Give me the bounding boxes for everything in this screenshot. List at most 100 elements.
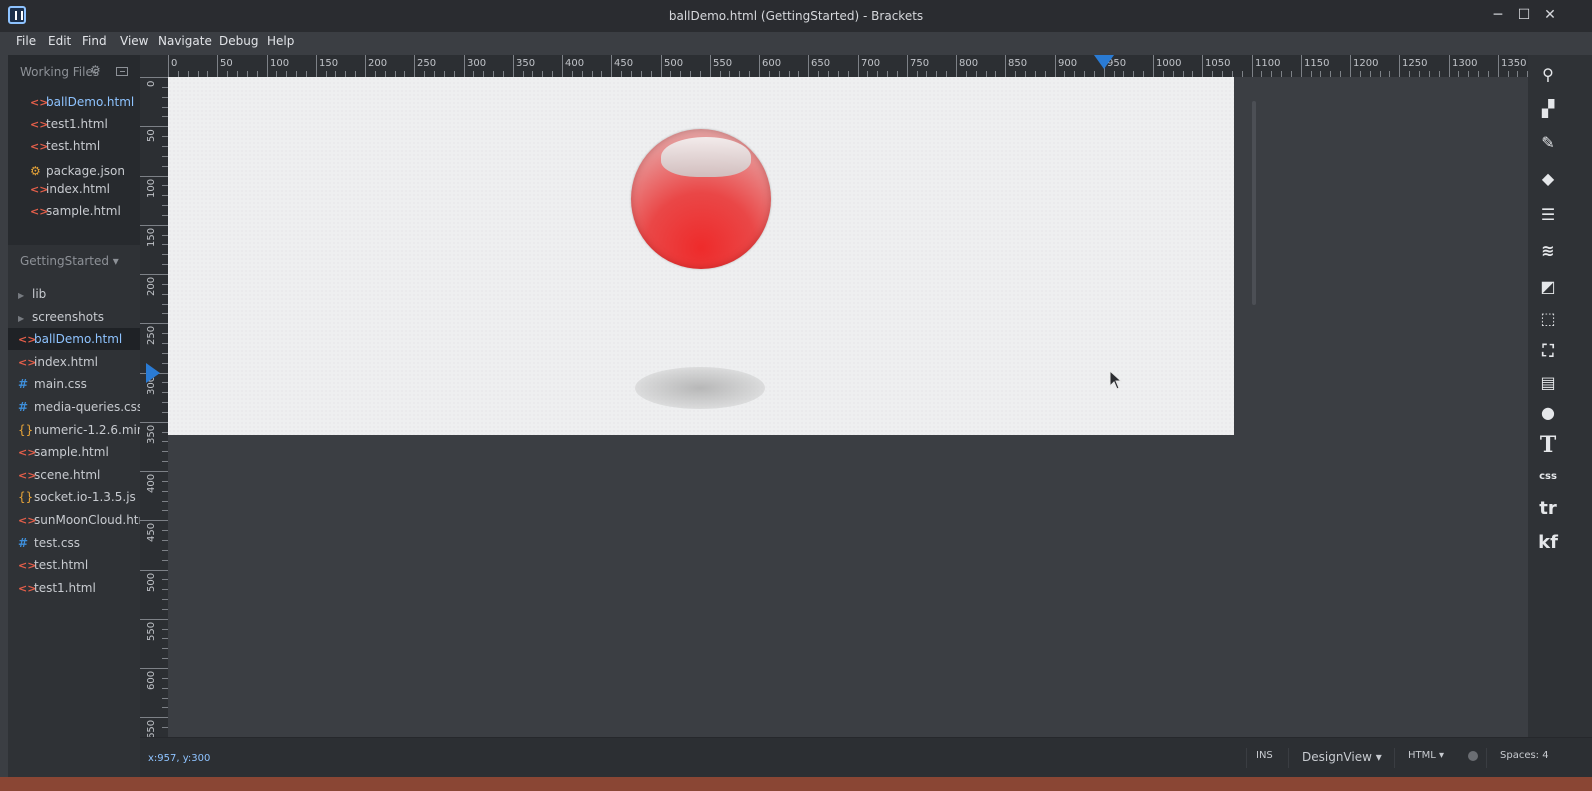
- minimize-button[interactable]: ─: [1488, 6, 1508, 24]
- menu-find[interactable]: Find: [82, 34, 107, 48]
- right-toolbar: ⚲ ▞ ✎ ◆ ☰ ≋ ◩ ⬚ ⛶ ▤ ● Tcss tr kf: [1528, 55, 1592, 737]
- stack-icon[interactable]: ≋: [1534, 237, 1562, 265]
- status-divider: [1394, 748, 1395, 768]
- ruler-label: 150: [319, 58, 339, 69]
- tree-file-item[interactable]: <>scene.html: [8, 464, 140, 486]
- layers-panel-icon[interactable]: ▞: [1534, 95, 1562, 123]
- tree-file-item[interactable]: {}numeric-1.2.6.min.: [8, 419, 140, 441]
- split-view-icon[interactable]: [116, 67, 128, 76]
- tree-folder-item[interactable]: ▶ lib: [8, 283, 140, 305]
- canvas-scrollbar[interactable]: [1252, 101, 1256, 305]
- ruler-label: 300: [467, 58, 487, 69]
- ruler-label: 100: [146, 178, 157, 198]
- ruler-label: 400: [565, 58, 585, 69]
- working-files-title: Working Files: [20, 65, 100, 79]
- ruler-label: 1300: [1452, 58, 1478, 69]
- brush-icon[interactable]: ✎: [1534, 129, 1562, 157]
- design-canvas[interactable]: [168, 77, 1256, 435]
- lint-status-icon[interactable]: [1468, 751, 1478, 761]
- ruler-label: 0: [146, 80, 157, 87]
- working-file-item[interactable]: ⚙ package.json: [30, 164, 125, 182]
- ruler-label: 1100: [1255, 58, 1281, 69]
- menu-view[interactable]: View: [120, 34, 148, 48]
- status-divider: [1288, 748, 1289, 768]
- tree-file-item[interactable]: <>sunMoonCloud.htm: [8, 509, 140, 531]
- working-files-gear-icon[interactable]: ⚙: [90, 63, 101, 77]
- working-file-item[interactable]: <>test.html: [30, 139, 100, 157]
- tree-file-item[interactable]: <>index.html: [8, 351, 140, 373]
- ruler-x-marker[interactable]: [1094, 55, 1114, 69]
- vertical-ruler[interactable]: 0 50 100 150 200 250 300 350 400 450 500 550 600 650: [140, 77, 168, 739]
- desktop-background-strip: [0, 777, 1592, 791]
- sidebar: Working Files ⚙ <>ballDemo.html <>test1.…: [8, 55, 140, 791]
- project-dropdown[interactable]: GettingStarted ▾: [20, 254, 119, 268]
- tree-file-item[interactable]: # test.css: [8, 532, 140, 554]
- html-tag-icon: <>: [30, 183, 49, 196]
- ball-highlight: [661, 137, 751, 177]
- tree-file-item[interactable]: <>sample.html: [8, 441, 140, 463]
- tree-file-item[interactable]: # media-queries.css: [8, 396, 140, 418]
- menu-help[interactable]: Help: [267, 34, 294, 48]
- menu-debug[interactable]: Debug: [219, 34, 258, 48]
- working-file-item[interactable]: <>index.html: [30, 182, 110, 200]
- close-button[interactable]: ✕: [1540, 6, 1560, 24]
- ruler-label: 800: [959, 58, 979, 69]
- js-brace-icon: {}: [18, 490, 34, 504]
- working-files-panel: Working Files ⚙ <>ballDemo.html <>test1.…: [8, 55, 140, 245]
- menu-bar: File Edit Find View Navigate Debug Help: [0, 26, 1592, 52]
- text-icon[interactable]: T: [1534, 431, 1562, 459]
- working-file-item[interactable]: <>test1.html: [30, 117, 108, 135]
- js-brace-icon: {}: [18, 423, 34, 437]
- ruler-label: 450: [146, 522, 157, 542]
- ruler-label: 550: [146, 621, 157, 641]
- shapes-icon[interactable]: ◆: [1534, 165, 1562, 193]
- ruler-label: 50: [220, 58, 233, 69]
- tree-file-item[interactable]: {}socket.io-1.3.5.js: [8, 486, 140, 508]
- transition-icon[interactable]: tr: [1534, 495, 1562, 523]
- mouse-cursor-icon: [1109, 370, 1123, 390]
- maximize-button[interactable]: ☐: [1514, 6, 1534, 24]
- ruler-label: 1350: [1501, 58, 1527, 69]
- working-file-item[interactable]: <>sample.html: [30, 204, 121, 222]
- select-rect-icon[interactable]: ⬚: [1534, 305, 1562, 333]
- horizontal-ruler[interactable]: 0 50 100 150 200 250 300 350 400 450 500 550 600 650 7…: [168, 55, 1528, 77]
- ruler-label: 500: [146, 572, 157, 592]
- transform-icon[interactable]: ⛶: [1534, 337, 1562, 365]
- html-tag-icon: <>: [18, 582, 37, 595]
- view-mode-dropdown[interactable]: DesignView ▾: [1302, 750, 1382, 764]
- html-tag-icon: <>: [18, 356, 37, 369]
- ruler-y-marker[interactable]: [146, 363, 160, 383]
- tree-folder-item[interactable]: ▶ screenshots: [8, 306, 140, 328]
- ruler-label: 600: [146, 670, 157, 690]
- ruler-label: 1250: [1402, 58, 1428, 69]
- keyframe-icon[interactable]: kf: [1534, 529, 1562, 557]
- menu-file[interactable]: File: [16, 34, 36, 48]
- window-title: ballDemo.html (GettingStarted) - Bracket…: [668, 9, 924, 23]
- ball-shadow[interactable]: [635, 367, 765, 409]
- ruler-label: 250: [146, 325, 157, 345]
- ruler-label: 200: [146, 276, 157, 296]
- insert-mode-toggle[interactable]: INS: [1256, 750, 1273, 761]
- tree-file-item[interactable]: <>test.html: [8, 554, 140, 576]
- gradient-icon[interactable]: ◩: [1534, 273, 1562, 301]
- layout-icon[interactable]: ▤: [1534, 369, 1562, 397]
- tree-file-item[interactable]: <>ballDemo.html: [8, 328, 140, 350]
- css-icon[interactable]: css: [1534, 463, 1562, 491]
- html-tag-icon: <>: [18, 559, 37, 572]
- tree-file-item[interactable]: <>test1.html: [8, 577, 140, 599]
- menu-navigate[interactable]: Navigate: [158, 34, 212, 48]
- circle-icon[interactable]: ●: [1534, 399, 1562, 427]
- tree-file-item[interactable]: # main.css: [8, 373, 140, 395]
- indentation-setting[interactable]: Spaces: 4: [1500, 750, 1549, 761]
- working-file-item[interactable]: <>ballDemo.html: [30, 95, 134, 113]
- red-ball[interactable]: [631, 129, 771, 269]
- ruler-label: 650: [811, 58, 831, 69]
- html-tag-icon: <>: [18, 469, 37, 482]
- language-dropdown[interactable]: HTML ▾: [1408, 750, 1444, 761]
- status-divider: [1486, 748, 1487, 768]
- html-tag-icon: <>: [30, 205, 49, 218]
- search-icon[interactable]: ⚲: [1534, 61, 1562, 89]
- menu-edit[interactable]: Edit: [48, 34, 71, 48]
- ruler-label: 100: [270, 58, 290, 69]
- list-icon[interactable]: ☰: [1534, 201, 1562, 229]
